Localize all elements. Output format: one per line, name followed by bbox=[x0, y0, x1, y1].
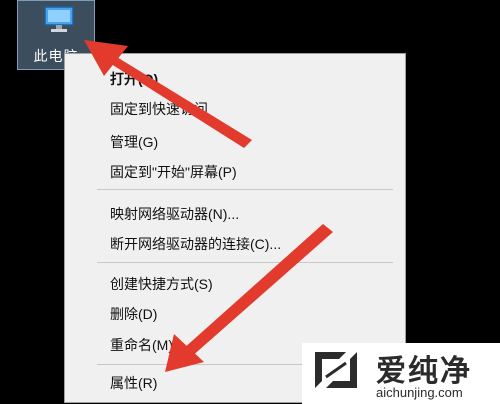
menu-item-map-network-drive[interactable]: 映射网络驱动器(N)... bbox=[110, 201, 239, 227]
menu-item-open[interactable]: 打开(O) bbox=[110, 66, 158, 92]
menu-item-pin-start[interactable]: 固定到"开始"屏幕(P) bbox=[110, 159, 237, 185]
watermark-name: 爱纯净 bbox=[376, 354, 472, 389]
menu-item-create-shortcut[interactable]: 创建快捷方式(S) bbox=[110, 271, 213, 297]
computer-icon bbox=[44, 6, 74, 32]
menu-item-manage[interactable]: 管理(G) bbox=[110, 129, 158, 155]
watermark-url: aichunjing.com bbox=[376, 385, 463, 400]
watermark-logo-icon bbox=[315, 352, 357, 388]
menu-separator bbox=[97, 262, 393, 263]
watermark: 爱纯净 aichunjing.com bbox=[302, 343, 500, 404]
menu-item-delete[interactable]: 删除(D) bbox=[110, 301, 157, 327]
menu-item-disconnect-network-drive[interactable]: 断开网络驱动器的连接(C)... bbox=[110, 231, 281, 257]
menu-separator bbox=[97, 189, 393, 190]
menu-item-pin-quick-access[interactable]: 固定到快速访问 bbox=[110, 96, 208, 122]
menu-item-rename[interactable]: 重命名(M) bbox=[110, 332, 173, 358]
menu-item-properties[interactable]: 属性(R) bbox=[110, 370, 157, 396]
